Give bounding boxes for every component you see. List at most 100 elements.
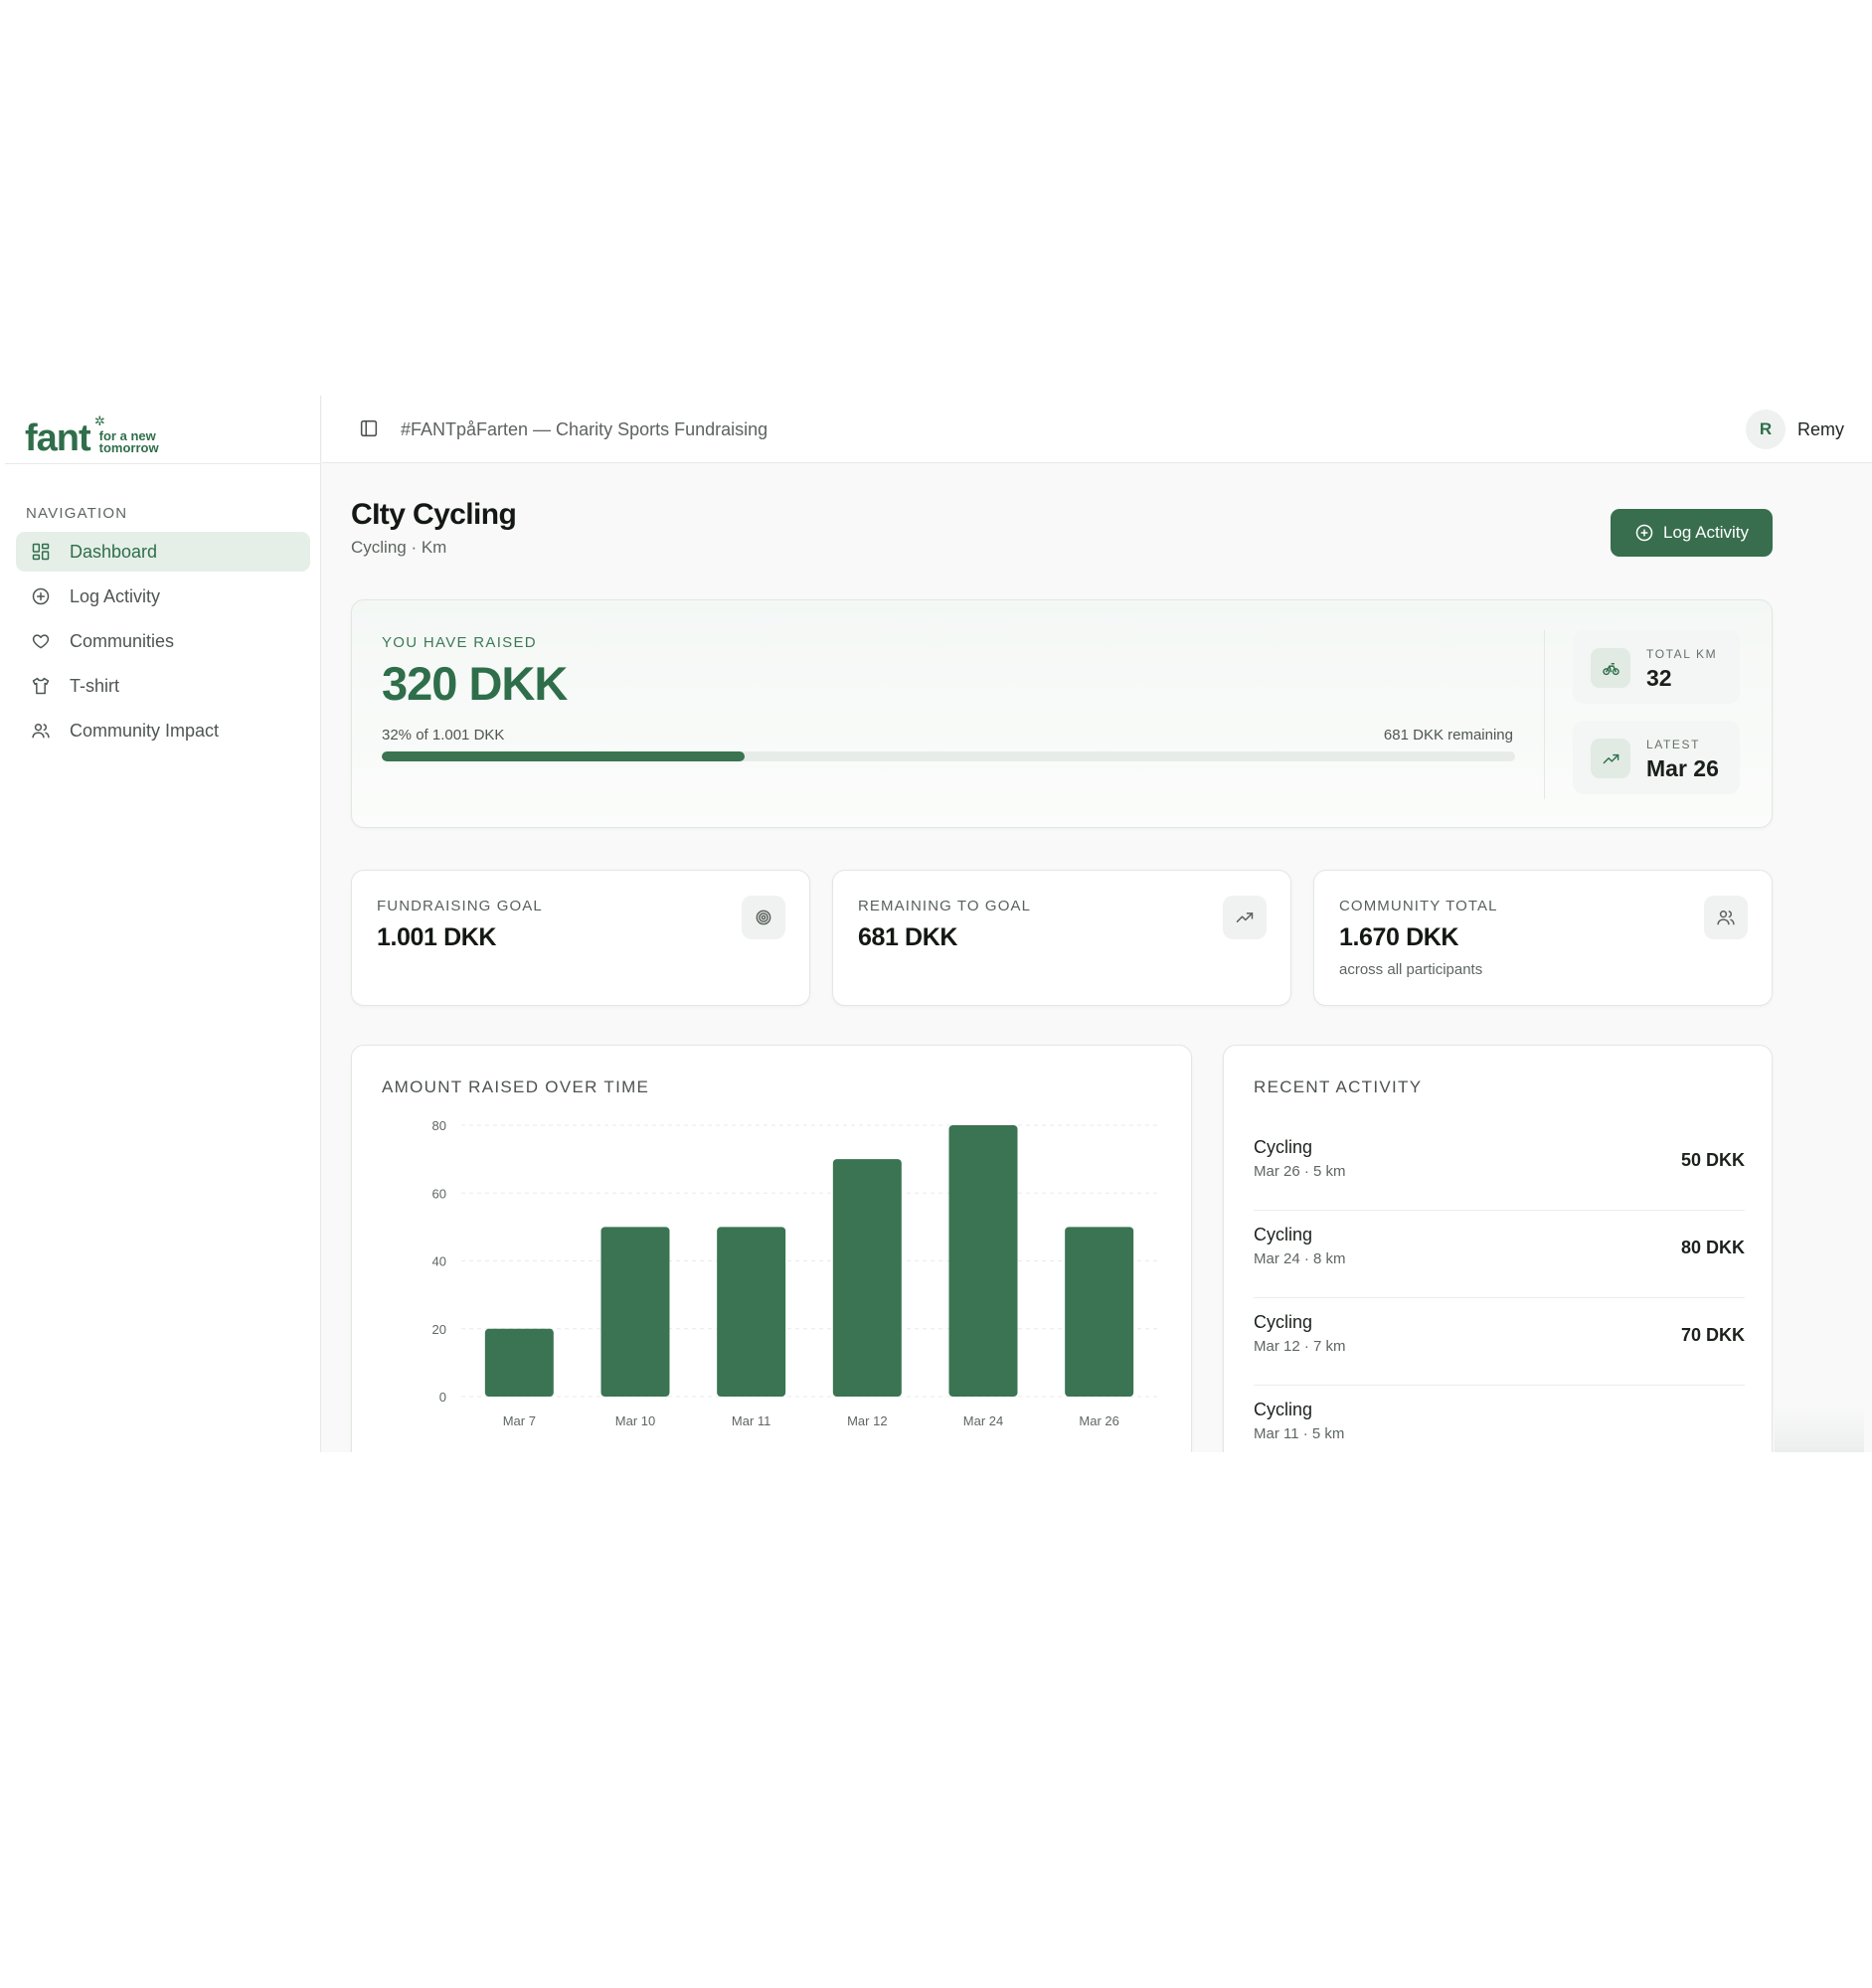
progress-percent-text: 32% of 1.001 DKK: [382, 727, 505, 744]
logo-star-icon: ✲: [94, 414, 105, 428]
bar: [948, 1125, 1018, 1397]
recent-activity-title: RECENT ACTIVITY: [1254, 1077, 1423, 1096]
bar: [717, 1227, 786, 1397]
top-bar: #FANTpåFarten — Charity Sports Fundraisi…: [322, 396, 1872, 463]
total-km-value: 32: [1646, 665, 1672, 691]
x-tick-label: Mar 11: [732, 1413, 771, 1428]
bicycle-icon: [1591, 648, 1630, 688]
plus-circle-icon: [1635, 524, 1653, 542]
stat-subtext: across all participants: [1339, 961, 1483, 978]
sidebar: fant ✲ for a new tomorrow NAVIGATION Das…: [5, 396, 321, 1452]
x-tick-label: Mar 26: [1079, 1413, 1118, 1428]
page-subtitle: Cycling · Km: [351, 538, 447, 557]
activity-meta: Mar 26 · 5 km: [1254, 1163, 1346, 1180]
list-item[interactable]: Cycling Mar 12 · 7 km 70 DKK: [1254, 1298, 1745, 1386]
corner-overlay: [1775, 1408, 1864, 1452]
activity-amount: 80 DKK: [1680, 1238, 1745, 1257]
progress-bar-fill: [382, 751, 745, 761]
nav-heading: NAVIGATION: [26, 505, 128, 522]
activity-title: Cycling: [1254, 1400, 1313, 1419]
avatar: R: [1745, 410, 1786, 449]
stat-label: REMAINING TO GOAL: [858, 898, 1032, 914]
bar: [832, 1159, 902, 1397]
recent-activity-card: RECENT ACTIVITY Cycling Mar 26 · 5 km 50…: [1223, 1045, 1773, 1452]
log-activity-button[interactable]: Log Activity: [1611, 509, 1773, 557]
y-tick-label: 0: [439, 1390, 446, 1405]
sidebar-item-label: Dashboard: [70, 541, 158, 562]
activity-meta: Mar 12 · 7 km: [1254, 1338, 1346, 1355]
panel-left-icon: [360, 419, 378, 437]
sidebar-item-log-activity[interactable]: Log Activity: [16, 577, 310, 616]
raised-amount: 320 DKK: [382, 657, 568, 710]
stat-value: 1.001 DKK: [377, 923, 497, 951]
y-tick-label: 60: [432, 1186, 446, 1201]
heart-icon: [30, 630, 52, 652]
x-tick-label: Mar 24: [963, 1413, 1003, 1428]
page-title: CIty Cycling: [351, 498, 517, 531]
progress-bar: [382, 751, 1515, 761]
dashboard-icon: [30, 541, 52, 563]
bar-chart: 0 20 40 60 80 Mar 7 Mar 10 Mar 11 Mar 12 Mar 24 Ma…: [432, 1118, 1157, 1428]
trending-up-icon: [1223, 896, 1267, 939]
list-item[interactable]: Cycling Mar 24 · 8 km 80 DKK: [1254, 1211, 1745, 1298]
x-tick-label: Mar 12: [847, 1413, 887, 1428]
bar: [484, 1328, 554, 1397]
raised-summary-card: YOU HAVE RAISED 320 DKK 32% of 1.001 DKK…: [351, 599, 1773, 828]
stat-card-fundraising-goal: FUNDRAISING GOAL 1.001 DKK: [351, 870, 810, 1006]
total-km-label: TOTAL KM: [1646, 647, 1718, 661]
users-icon: [1704, 896, 1748, 939]
fant-logo[interactable]: fant ✲ for a new tomorrow: [25, 412, 159, 457]
main-content: CIty Cycling Cycling · Km Log Activity Y…: [322, 464, 1872, 1452]
list-item[interactable]: Cycling Mar 11 · 5 km: [1254, 1386, 1745, 1452]
x-tick-label: Mar 7: [503, 1413, 536, 1428]
user-name: Remy: [1796, 418, 1844, 439]
user-menu[interactable]: R Remy: [1745, 410, 1844, 449]
logo-tagline-line2: tomorrow: [98, 440, 159, 455]
tshirt-icon: [30, 675, 52, 697]
target-icon: [742, 896, 785, 939]
stat-card-community-total: COMMUNITY TOTAL 1.670 DKK across all par…: [1313, 870, 1773, 1006]
y-tick-label: 40: [432, 1254, 446, 1269]
stat-value: 1.670 DKK: [1339, 923, 1459, 951]
activity-meta: Mar 24 · 8 km: [1254, 1250, 1346, 1267]
total-km-tile: TOTAL KM 32: [1573, 630, 1740, 704]
activity-title: Cycling: [1254, 1312, 1313, 1332]
stat-label: FUNDRAISING GOAL: [377, 898, 543, 914]
activity-amount: 50 DKK: [1680, 1150, 1745, 1170]
sidebar-item-community-impact[interactable]: Community Impact: [16, 711, 310, 750]
sidebar-item-label: Communities: [70, 630, 175, 651]
logo-wordmark: fant: [25, 417, 91, 459]
y-tick-label: 80: [432, 1118, 446, 1133]
sidebar-item-dashboard[interactable]: Dashboard: [16, 532, 310, 572]
activity-meta: Mar 11 · 5 km: [1254, 1425, 1345, 1442]
x-tick-label: Mar 10: [615, 1413, 655, 1428]
remaining-text: 681 DKK remaining: [1383, 727, 1513, 744]
sidebar-divider: [5, 463, 321, 464]
bar: [600, 1227, 670, 1397]
hero-divider: [1544, 630, 1545, 799]
stat-label: COMMUNITY TOTAL: [1339, 898, 1498, 914]
bar: [1065, 1227, 1134, 1397]
activity-list: Cycling Mar 26 · 5 km 50 DKK Cycling Mar…: [1254, 1123, 1745, 1452]
latest-tile: LATEST Mar 26: [1573, 721, 1740, 794]
plus-circle-icon: [30, 585, 52, 607]
activity-title: Cycling: [1254, 1137, 1313, 1157]
app-window: fant ✲ for a new tomorrow NAVIGATION Das…: [5, 396, 1872, 1452]
y-tick-label: 20: [432, 1322, 446, 1337]
sidebar-item-tshirt[interactable]: T-shirt: [16, 666, 310, 706]
stat-value: 681 DKK: [858, 923, 958, 951]
sidebar-item-communities[interactable]: Communities: [16, 621, 310, 661]
sidebar-item-label: Log Activity: [70, 585, 161, 606]
stat-card-remaining-to-goal: REMAINING TO GOAL 681 DKK: [832, 870, 1291, 1006]
trending-up-icon: [1591, 739, 1630, 778]
latest-label: LATEST: [1646, 738, 1701, 751]
activity-title: Cycling: [1254, 1225, 1313, 1244]
latest-value: Mar 26: [1646, 755, 1719, 781]
list-item[interactable]: Cycling Mar 26 · 5 km 50 DKK: [1254, 1123, 1745, 1211]
sidebar-toggle-button[interactable]: [358, 417, 382, 441]
app-title: #FANTpåFarten — Charity Sports Fundraisi…: [401, 419, 768, 439]
sidebar-nav: Dashboard Log Activity Communities T-shi…: [16, 532, 310, 755]
logo-tagline: for a new tomorrow: [98, 429, 159, 455]
sidebar-item-label: Community Impact: [70, 720, 220, 741]
amount-raised-chart-card: AMOUNT RAISED OVER TIME 0 20 40 60 80 Mar 7 Ma…: [351, 1045, 1192, 1452]
